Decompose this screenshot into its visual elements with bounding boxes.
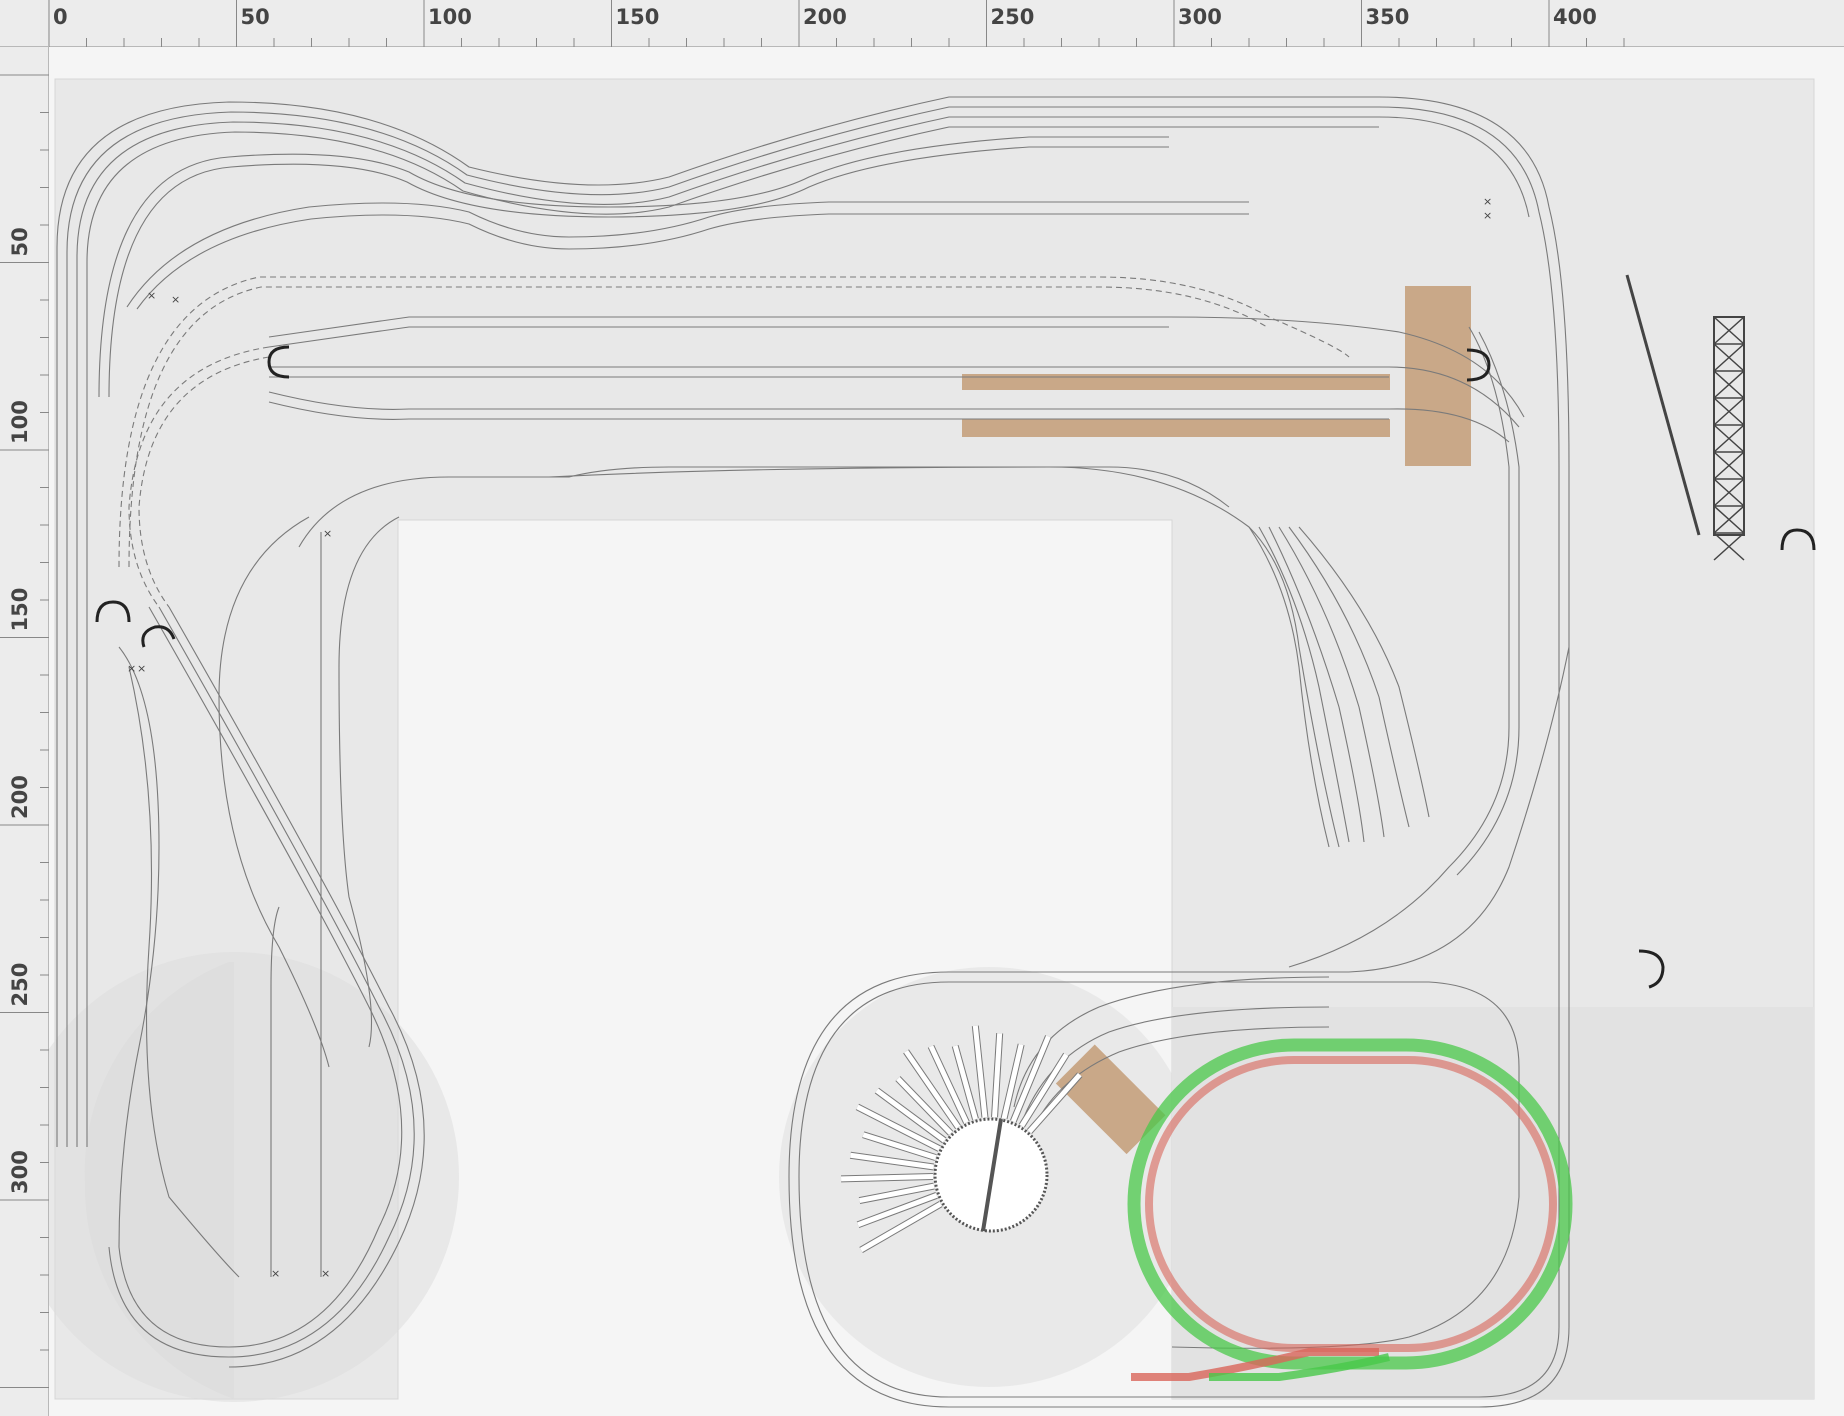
buffer-stop-icon[interactable]: × [147,289,156,302]
track-layout-editor: 0 50 100 150 200 250 300 350 400 50 100 150 200 250 3… [0,0,1844,1416]
horizontal-ruler: 0 50 100 150 200 250 300 350 400 [49,0,1844,47]
station-platform-upper[interactable] [962,374,1390,390]
ruler-tick-label: 50 [8,227,32,256]
buffer-stop-icon[interactable]: × [323,527,332,540]
ruler-tick-label: 50 [241,5,270,29]
ruler-tick-label: 350 [1366,5,1410,29]
ruler-tick-label: 150 [8,588,32,632]
ruler-tick-label: 100 [428,5,472,29]
horizontal-ruler-scale: 0 50 100 150 200 250 300 350 400 [49,0,1625,47]
ruler-tick-label: 150 [616,5,660,29]
layout-canvas[interactable]: ××× ××× ×× × [49,47,1844,1416]
buffer-stop-icon[interactable]: × [1483,209,1492,222]
ruler-tick-label: 200 [803,5,847,29]
ruler-corner [0,0,49,47]
ruler-tick-label: 100 [8,400,32,444]
vertical-ruler-scale: 50 100 150 200 250 300 [0,74,49,1388]
buffer-stop-icon[interactable]: × [171,293,180,306]
buffer-stop-icon[interactable]: × [127,662,136,675]
buffer-stop-icon[interactable]: × [271,1267,280,1280]
ruler-tick-label: 400 [1553,5,1597,29]
ruler-tick-label: 250 [991,5,1035,29]
buffer-stop-icon[interactable]: × [1483,195,1492,208]
ruler-tick-label: 300 [1178,5,1222,29]
turntable-spur-bed [840,1174,934,1182]
station-platform-lower[interactable] [962,419,1390,437]
buffer-stop-icon[interactable]: × [137,662,146,675]
station-building[interactable] [1405,286,1471,466]
vertical-ruler: 50 100 150 200 250 300 [0,47,49,1416]
ruler-tick-label: 300 [8,1150,32,1194]
ruler-tick-label: 250 [8,963,32,1007]
ruler-tick-label: 0 [53,5,68,29]
ruler-tick-label: 200 [8,775,32,819]
buffer-stop-icon[interactable]: × [321,1267,330,1280]
